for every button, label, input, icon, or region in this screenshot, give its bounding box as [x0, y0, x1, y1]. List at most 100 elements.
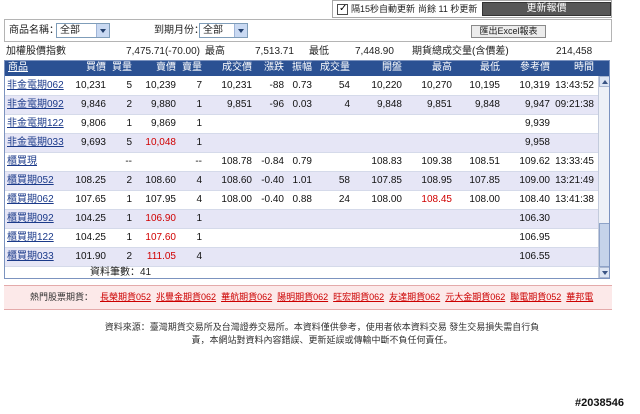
- cell-change: [256, 247, 288, 267]
- hot-future-link[interactable]: 兆豐金期貨062: [156, 292, 216, 302]
- cell-open: [354, 114, 406, 134]
- cell-change: [256, 133, 288, 153]
- hot-future-link[interactable]: 友達期貨062: [389, 292, 440, 302]
- cell-bid-price: [62, 152, 110, 172]
- refresh-quotes-button[interactable]: 更新報價: [482, 2, 611, 16]
- table-row: 櫃買期092 104.25 1 106.90 1 106.30: [4, 209, 598, 229]
- cell-last-price: 108.60: [206, 171, 256, 191]
- cell-open: 9,848: [354, 95, 406, 115]
- cell-last-price: 10,231: [206, 76, 256, 96]
- cell-volume: 24: [316, 190, 354, 210]
- cell-bid-price: 107.65: [62, 190, 110, 210]
- column-header-low: 最低: [480, 62, 500, 73]
- product-link[interactable]: 非金電期033: [7, 137, 64, 148]
- scroll-up-arrow-icon[interactable]: [599, 76, 610, 87]
- cell-reference-price: 106.55: [504, 247, 554, 267]
- column-header-amplitude: 振幅: [292, 62, 312, 73]
- cell-product: 櫃買期122: [4, 228, 62, 248]
- cell-change: [256, 228, 288, 248]
- product-filter-label: 商品名稱：: [9, 25, 59, 36]
- cell-high: 108.95: [406, 171, 456, 191]
- watermark-text: #2038546: [575, 397, 624, 409]
- cell-time: [554, 228, 598, 248]
- product-link[interactable]: 櫃買現: [7, 156, 37, 167]
- cell-high: 108.45: [406, 190, 456, 210]
- product-link[interactable]: 非金電期092: [7, 99, 64, 110]
- auto-refresh-checkbox[interactable]: [337, 3, 348, 15]
- cell-ask-qty: 1: [180, 133, 206, 153]
- cell-product: 非金電期122: [4, 114, 64, 134]
- cell-last-price: [206, 133, 256, 153]
- cell-bid-price: 101.90: [62, 247, 110, 267]
- hot-future-link[interactable]: 華邦電: [566, 292, 593, 302]
- cell-low: [456, 228, 504, 248]
- hot-future-link[interactable]: 聯電期貨052: [510, 292, 561, 302]
- product-link[interactable]: 櫃買期033: [7, 251, 54, 262]
- cell-product: 櫃買現: [4, 152, 62, 172]
- cell-reference-price: 109.00: [504, 171, 554, 191]
- column-header-reference-price: 參考價: [520, 62, 550, 73]
- product-link[interactable]: 櫃買期062: [7, 194, 54, 205]
- product-select[interactable]: 全部: [56, 23, 110, 38]
- column-header-last-price: 成交價: [222, 62, 252, 73]
- cell-time: [554, 247, 598, 267]
- scroll-down-arrow-icon[interactable]: [599, 267, 610, 278]
- cell-reference-price: 109.62: [504, 152, 554, 172]
- hot-future-link[interactable]: 華航期貨062: [221, 292, 272, 302]
- cell-last-price: 9,851: [206, 95, 256, 115]
- cell-high: 109.38: [406, 152, 456, 172]
- record-count: 資料筆數：41: [90, 266, 152, 278]
- cell-last-price: 108.78: [206, 152, 256, 172]
- hot-future-link[interactable]: 旺宏期貨062: [333, 292, 384, 302]
- cell-product: 非金電期062: [4, 76, 64, 96]
- cell-low: 10,195: [456, 76, 504, 96]
- cell-volume: [316, 209, 354, 229]
- column-header-open: 開盤: [382, 62, 402, 73]
- filter-bar: 商品名稱： 全部 到期月份： 全部 匯出Excel報表: [4, 19, 612, 42]
- product-link[interactable]: 非金電期122: [7, 118, 64, 129]
- cell-time: 13:33:45: [554, 152, 598, 172]
- disclaimer-line: 資料來源：臺灣期貨交易所及台灣證券交易所。本資料僅供參考，使用者依本資料交易 發…: [104, 322, 540, 332]
- scrollbar-thumb[interactable]: [599, 223, 610, 267]
- cell-volume: 58: [316, 171, 354, 191]
- cell-ask-price: 111.05: [136, 247, 180, 267]
- cell-product: 非金電期033: [4, 133, 64, 153]
- cell-bid-price: 10,231: [62, 76, 110, 96]
- cell-volume: [316, 152, 354, 172]
- cell-open: 108.83: [354, 152, 406, 172]
- cell-ask-price: 10,239: [136, 76, 180, 96]
- cell-bid-price: 9,846: [62, 95, 110, 115]
- header-row: 商品 買價 買量 賣價 賣量 成交價 漲跌 振幅 成交量 開盤 最高 最低 參考…: [4, 60, 598, 76]
- cell-bid-qty: 1: [110, 228, 136, 248]
- product-link[interactable]: 櫃買期052: [7, 175, 54, 186]
- cell-change: -96: [256, 95, 288, 115]
- cell-last-price: [206, 209, 256, 229]
- cell-low: 107.85: [456, 171, 504, 191]
- cell-ask-price: 9,869: [136, 114, 180, 134]
- cell-reference-price: 9,939: [504, 114, 554, 134]
- cell-high: 10,270: [406, 76, 456, 96]
- export-excel-button[interactable]: 匯出Excel報表: [471, 25, 546, 38]
- product-link[interactable]: 櫃買期122: [7, 232, 54, 243]
- cell-amplitude: [288, 133, 316, 153]
- product-link[interactable]: 櫃買期092: [7, 213, 54, 224]
- column-header-product[interactable]: 商品: [4, 60, 62, 76]
- cell-ask-qty: 1: [180, 114, 206, 134]
- futures-volume-label: 期貨總成交量(含價差): [412, 46, 509, 57]
- column-header-product-label[interactable]: 商品: [8, 62, 28, 73]
- cell-open: [354, 228, 406, 248]
- column-header-volume: 成交量: [320, 62, 350, 73]
- cell-ask-qty: 1: [180, 228, 206, 248]
- cell-bid-qty: 5: [110, 133, 136, 153]
- expiry-select[interactable]: 全部: [199, 23, 248, 38]
- cell-amplitude: [288, 247, 316, 267]
- hot-future-link[interactable]: 陽明期貨062: [277, 292, 328, 302]
- product-link[interactable]: 非金電期062: [7, 80, 64, 91]
- hot-future-link[interactable]: 元大金期貨062: [445, 292, 505, 302]
- table-scrollbar[interactable]: [598, 76, 610, 278]
- hot-future-link[interactable]: 長榮期貨052: [100, 292, 151, 302]
- cell-change: -88: [256, 76, 288, 96]
- cell-product: 非金電期092: [4, 95, 64, 115]
- cell-low: [456, 209, 504, 229]
- cell-high: [406, 228, 456, 248]
